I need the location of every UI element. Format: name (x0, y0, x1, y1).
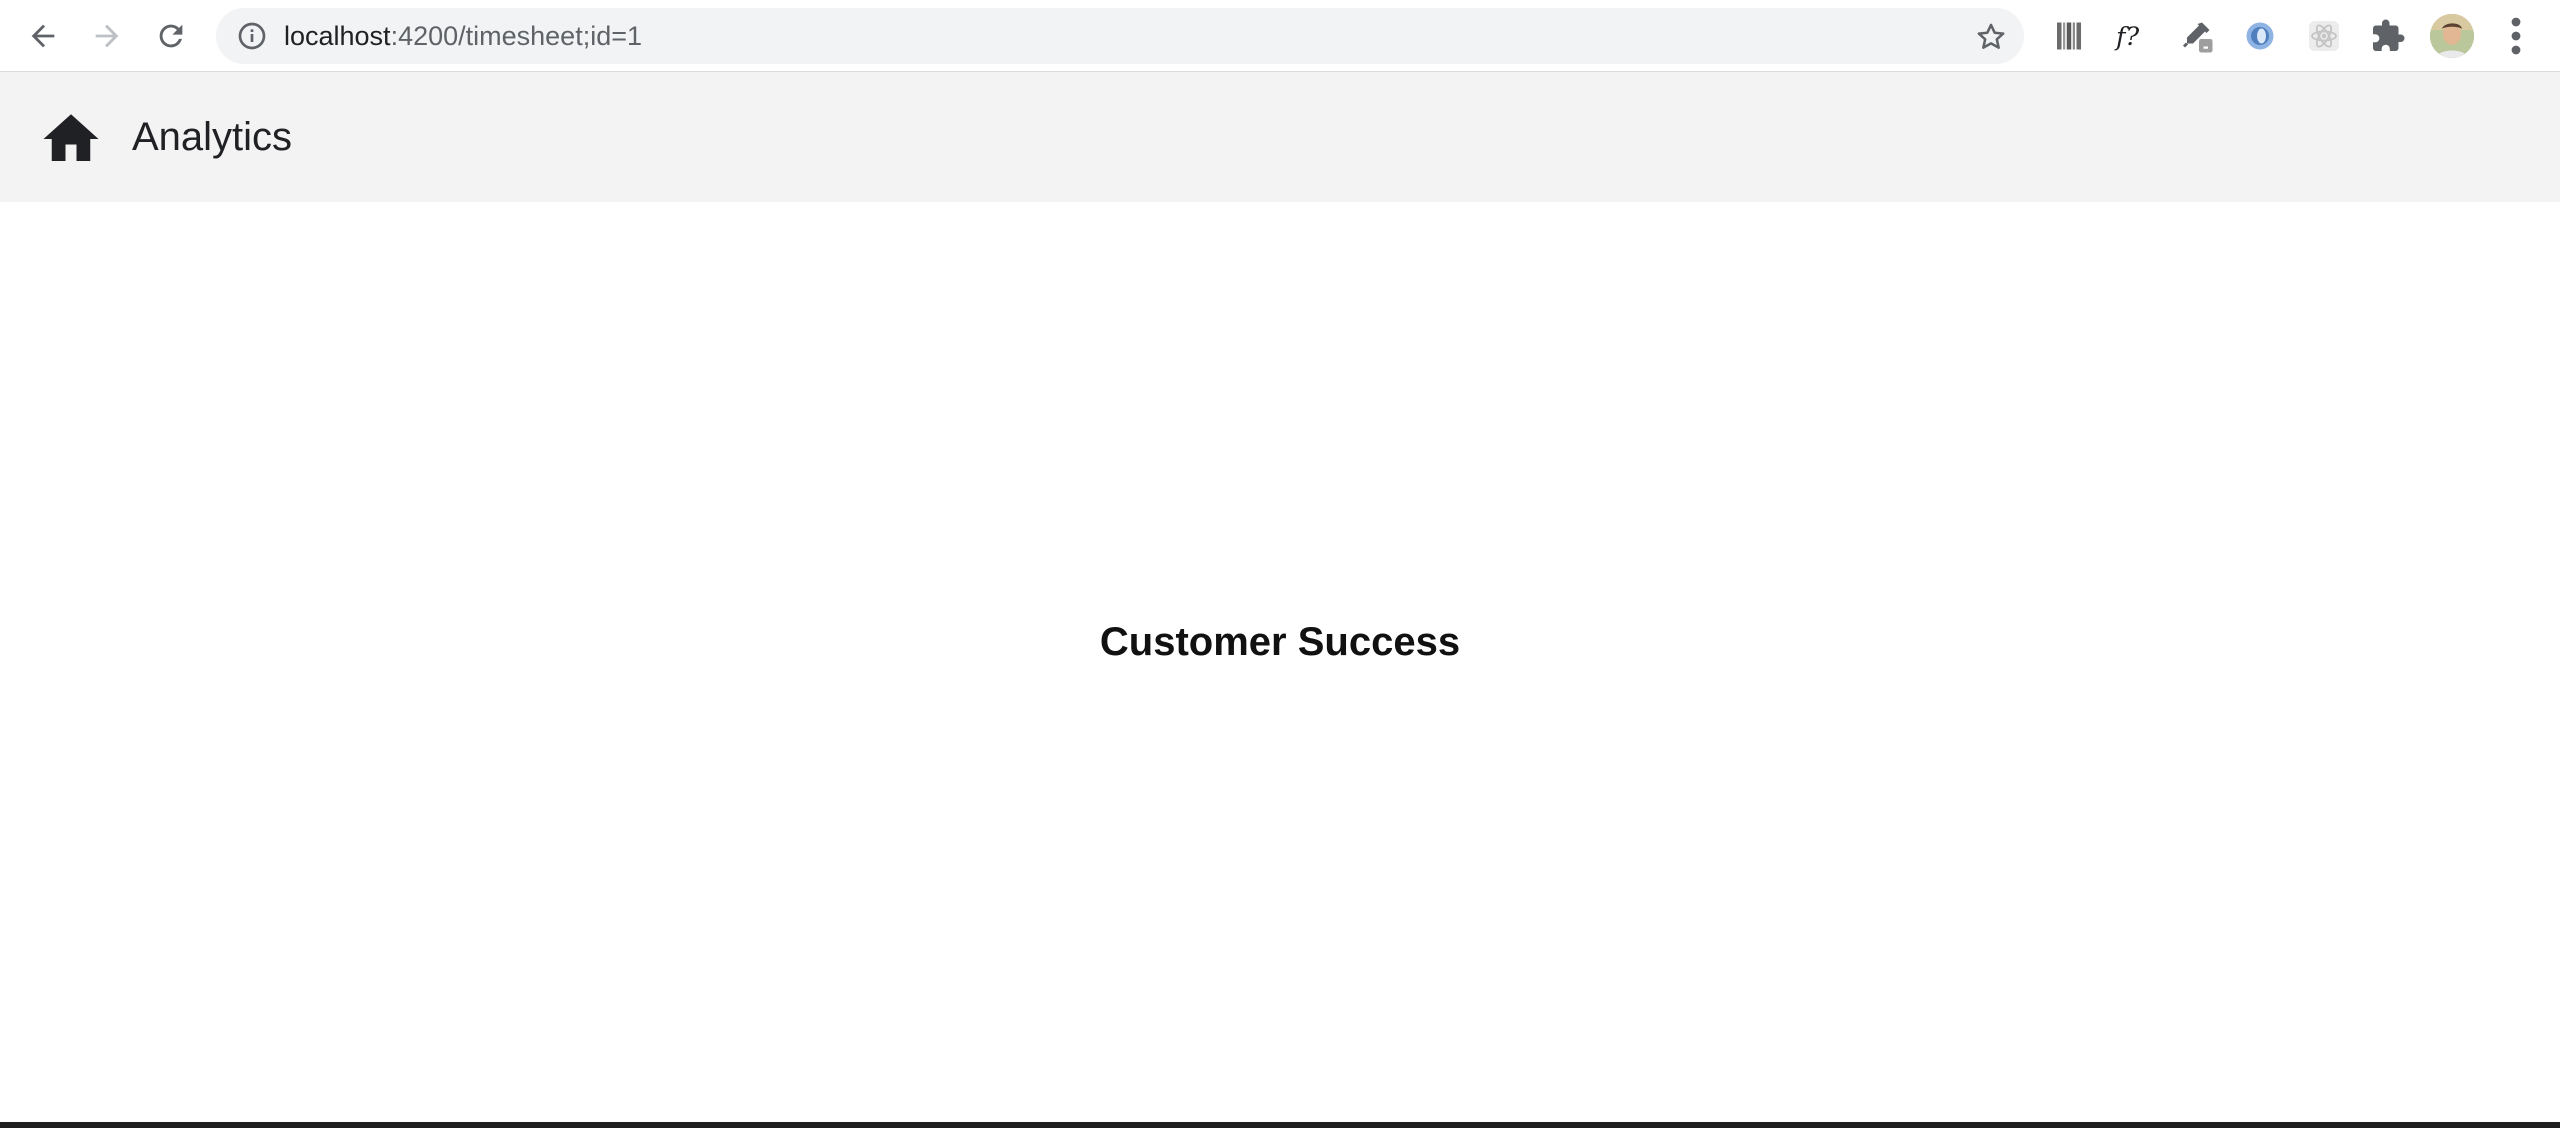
font-finder-extension-icon[interactable]: f? (2111, 16, 2151, 56)
page-heading: Customer Success (1099, 620, 1461, 664)
app-header: Analytics (0, 72, 2560, 202)
react-devtools-icon[interactable] (2304, 16, 2344, 56)
forward-button[interactable] (84, 13, 130, 59)
url-host: localhost (284, 21, 391, 51)
home-icon[interactable] (38, 106, 104, 172)
reload-button[interactable] (148, 13, 194, 59)
svg-text:f?: f? (2114, 22, 2139, 52)
browser-extension-icon[interactable] (2240, 16, 2280, 56)
main-content: Customer Success (0, 202, 2560, 1122)
profile-avatar[interactable] (2430, 14, 2474, 58)
browser-toolbar: localhost:4200/timesheet;id=1 f? (0, 0, 2560, 72)
more-menu-icon[interactable] (2498, 14, 2534, 58)
back-button[interactable] (20, 13, 66, 59)
info-icon[interactable] (236, 20, 268, 52)
barcode-extension-icon[interactable] (2049, 16, 2089, 56)
arrow-right-icon (95, 24, 119, 48)
address-bar[interactable]: localhost:4200/timesheet;id=1 (216, 8, 2024, 64)
url-text[interactable]: localhost:4200/timesheet;id=1 (284, 8, 642, 64)
eyedropper-extension-icon[interactable] (2176, 16, 2216, 56)
window-bottom-edge (0, 1122, 2560, 1128)
reload-icon (159, 24, 183, 48)
url-path: :4200/timesheet;id=1 (390, 21, 643, 51)
bookmark-star-icon[interactable] (1974, 20, 2008, 54)
arrow-left-icon (31, 24, 55, 48)
app-title: Analytics (132, 115, 293, 159)
puzzle-icon[interactable] (2368, 16, 2408, 56)
